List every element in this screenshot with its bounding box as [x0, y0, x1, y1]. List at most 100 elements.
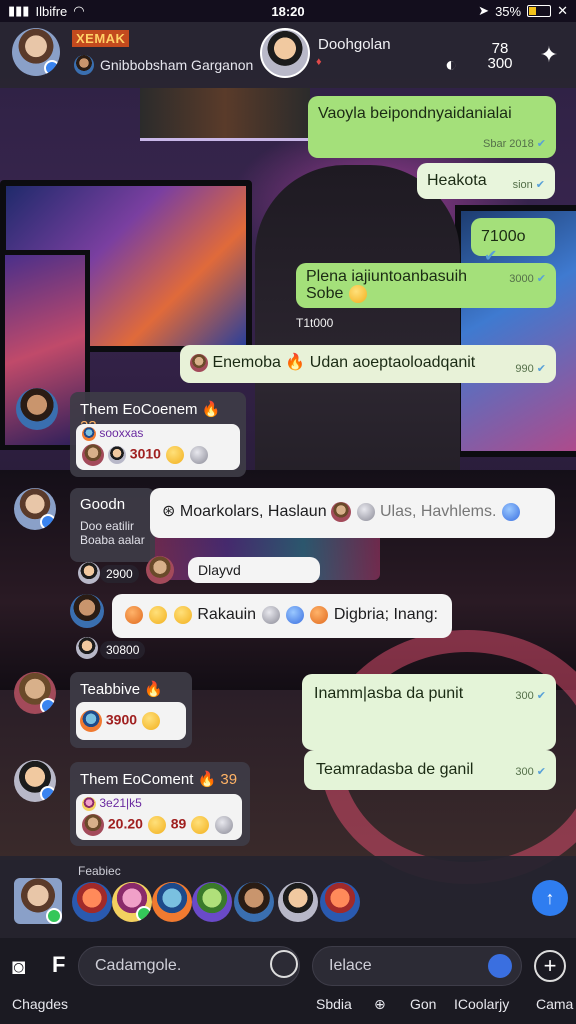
favorite-contact[interactable] — [234, 882, 274, 922]
arrow-up-icon: ↑ — [545, 887, 555, 908]
emoji-icon — [261, 605, 280, 624]
favorite-contact[interactable] — [152, 882, 192, 922]
favorites-title: Feabiec — [78, 864, 121, 878]
contact-avatar[interactable] — [16, 388, 58, 430]
participant-avatar — [82, 444, 104, 466]
my-avatar[interactable] — [12, 28, 60, 76]
favorite-contact[interactable] — [112, 882, 152, 922]
smile-emoji-icon — [149, 605, 168, 624]
message-time: Sbar 2018 — [483, 138, 534, 150]
message-text: Heakota — [427, 172, 487, 189]
message-bubble-outgoing[interactable]: Inamm|asba da punit 300 ✔ — [302, 674, 556, 750]
favorite-contact[interactable] — [192, 882, 232, 922]
message-bubble-outgoing[interactable]: Vaoyla beipondnyaidanialai Sbar 2018 ✔ — [308, 96, 556, 158]
card-extra: 89 — [170, 815, 187, 832]
brand-label: XEMAK — [72, 30, 130, 47]
event-card[interactable]: Them EoComent 🔥 39 3e21|k5 20.20 89 — [70, 762, 250, 846]
verified-icon — [501, 503, 520, 521]
contact-name[interactable]: Doohgolan — [318, 36, 391, 53]
contact-avatar[interactable] — [14, 760, 56, 802]
tab-gon[interactable]: Gon — [410, 996, 436, 1012]
favorites-action-button[interactable]: ↑ — [532, 880, 568, 916]
group-avatar — [74, 55, 94, 75]
tab-coolarjy[interactable]: ICoolarjy — [454, 996, 509, 1012]
message-time: 3000 — [509, 273, 534, 285]
battery-icon — [527, 5, 552, 17]
card-title: Them EoCoenem — [80, 401, 198, 418]
bottom-tabs: Chagdes Sbdia ⊕ Gon ICoolarjy Cama — [0, 996, 576, 1020]
card-value: 3900 — [105, 711, 138, 728]
message-text-secondary: Ulas, Havhlems. — [379, 503, 497, 521]
event-card[interactable]: Them EoCoenem 🔥 23 sooxxas 3010 — [70, 392, 246, 477]
mini-avatar — [146, 556, 174, 584]
message-bubble-incoming[interactable]: Rakauin Digbria; Inang: — [112, 594, 452, 638]
card-title: Goodn — [80, 496, 126, 513]
message-text: Enemoba 🔥 Udan aoeptaoloadqanit — [212, 354, 476, 371]
favorites-strip: Feabiec ↑ — [0, 856, 576, 938]
card-title: Them EoComent — [80, 771, 194, 788]
participant-avatar — [80, 710, 102, 732]
read-check-icon: ✔ — [536, 363, 546, 375]
contact-avatar[interactable] — [14, 672, 56, 714]
message-bubble-outgoing[interactable]: Teamradasba de ganil 300 ✔ — [304, 750, 556, 790]
timestamp-divider: T1t000 — [296, 316, 334, 330]
contact-avatar[interactable] — [260, 28, 310, 78]
message-text: Dlayvd — [198, 562, 241, 578]
favorite-contact[interactable] — [278, 882, 318, 922]
emoji-icon — [189, 446, 208, 464]
emoji-icon — [285, 605, 304, 624]
card-badge: 39 — [220, 771, 238, 788]
message-time: 300 — [515, 766, 534, 778]
tab-cama[interactable]: Cama — [536, 996, 573, 1012]
event-card[interactable]: Teabbive 🔥 3900 — [70, 672, 192, 748]
message-input[interactable]: Cadamgole. — [78, 946, 300, 986]
read-check-icon: ✔ — [536, 138, 546, 150]
message-bubble-outgoing[interactable]: Heakota sion ✔ — [417, 163, 555, 199]
smile-emoji-icon — [191, 816, 210, 834]
message-bubble-outgoing[interactable]: Plena iajiuntoanbasuih Sobe 3000 ✔ — [296, 263, 556, 308]
search-input-placeholder: Ielace — [329, 957, 372, 974]
message-text: Inamm|asba da punit — [314, 685, 464, 702]
emoji-icon — [125, 605, 143, 624]
send-icon[interactable] — [488, 954, 512, 978]
message-text: Teamradasba de ganil — [316, 761, 474, 778]
more-line1: 78 — [491, 40, 509, 57]
message-bubble-outgoing[interactable]: 7100o ✔ — [471, 218, 555, 265]
meta-label: 30800 — [100, 641, 146, 659]
card-value: 20.20 — [107, 815, 143, 832]
message-time: sion — [512, 179, 533, 191]
voice-call-icon[interactable]: ◐ — [438, 52, 464, 78]
tab-sbdia[interactable]: Sbdia — [316, 996, 352, 1012]
message-bubble-outgoing[interactable]: Enemoba 🔥 Udan aoeptaoloadqanit 990 ✔ — [180, 345, 556, 383]
contact-avatar[interactable] — [14, 488, 56, 530]
smile-emoji-icon — [141, 712, 160, 730]
message-bubble-incoming[interactable]: ⊛ Moarkolars, Haslaun Ulas, Havhlems. — [150, 488, 555, 538]
message-input-placeholder: Cadamgole. — [95, 957, 182, 974]
tag-avatar — [82, 796, 96, 811]
battery-percent: 35% — [495, 3, 522, 19]
message-text: Moarkolars, Haslaun — [179, 503, 327, 521]
globe-icon: ⊛ — [162, 503, 176, 521]
more-options-icon[interactable]: 78 300 — [476, 36, 524, 76]
mini-avatar — [78, 562, 100, 584]
group-name[interactable]: Gnibbobsham Garganon — [100, 57, 253, 73]
favorite-contact[interactable] — [14, 878, 62, 924]
camera-icon[interactable]: ◙ — [12, 954, 38, 980]
message-time: 990 — [515, 363, 534, 375]
contact-card[interactable]: Goodn Doo eatilir Boaba aalar — [70, 488, 155, 562]
smile-emoji-icon — [147, 816, 166, 834]
favorite-contact[interactable] — [320, 882, 360, 922]
menu-icon[interactable]: ✦ — [534, 40, 564, 70]
input-bar: ◙ F Cadamgole. Ielace + Chagdes Sbdia ⊕ … — [0, 938, 576, 1024]
add-button[interactable]: + — [534, 950, 566, 982]
favorite-contact[interactable] — [72, 882, 112, 922]
file-icon[interactable]: F — [52, 952, 72, 980]
fire-icon: 🔥 — [201, 401, 221, 418]
tab-changes[interactable]: Chagdes — [12, 996, 68, 1012]
tab-icon[interactable]: ⊕ — [374, 996, 386, 1013]
message-bubble-incoming[interactable]: Dlayvd — [188, 557, 320, 583]
contact-avatar[interactable] — [70, 594, 104, 628]
read-check-icon: ✔ — [535, 179, 545, 191]
record-icon[interactable] — [270, 950, 298, 978]
card-tag: 3e21|k5 — [99, 796, 142, 810]
